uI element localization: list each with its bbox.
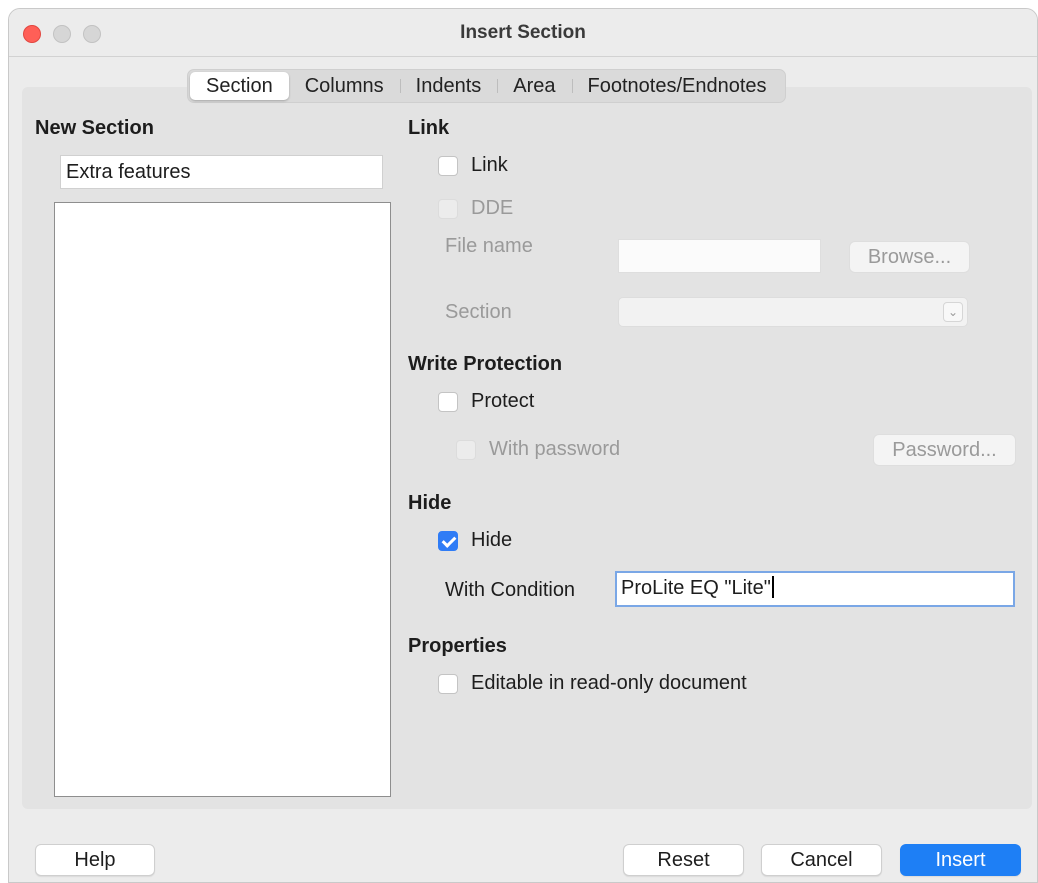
help-button[interactable]: Help [35,844,155,876]
section-dropdown[interactable]: ⌄ [618,297,968,327]
with-password-checkbox[interactable] [456,440,476,460]
tab-footnotes-endnotes[interactable]: Footnotes/Endnotes [571,72,783,100]
condition-input-value: ProLite EQ "Lite" [621,577,771,599]
section-label: Section [445,301,512,323]
tab-section[interactable]: Section [190,72,289,100]
condition-input[interactable]: ProLite EQ "Lite" [615,571,1015,607]
write-protection-heading: Write Protection [408,353,563,375]
tab-bar: Section Columns Indents Area Footnotes/E… [187,69,786,103]
link-heading: Link [408,117,450,139]
insert-button[interactable]: Insert [900,844,1021,876]
protect-checkbox-label: Protect [471,390,535,412]
properties-heading: Properties [408,635,507,657]
section-list[interactable] [54,202,391,797]
hide-heading: Hide [408,492,452,514]
tab-indents[interactable]: Indents [399,72,498,100]
insert-section-dialog: Insert Section Section Columns Indents A… [8,8,1038,883]
hide-checkbox-label: Hide [471,529,513,551]
title-bar: Insert Section [9,9,1037,57]
file-name-label: File name [445,235,533,257]
password-button[interactable]: Password... [873,434,1016,466]
dde-checkbox[interactable] [438,199,458,219]
text-caret [771,576,774,598]
tab-columns[interactable]: Columns [289,72,400,100]
hide-checkbox[interactable] [438,531,458,551]
chevron-down-icon: ⌄ [943,302,963,322]
dde-checkbox-label: DDE [471,197,514,219]
editable-readonly-checkbox[interactable] [438,674,458,694]
cancel-button[interactable]: Cancel [761,844,882,876]
browse-button[interactable]: Browse... [849,241,970,273]
reset-button[interactable]: Reset [623,844,744,876]
new-section-heading: New Section [35,117,154,139]
link-checkbox[interactable] [438,156,458,176]
file-name-input[interactable] [618,239,821,273]
section-name-input[interactable]: Extra features [60,155,383,189]
protect-checkbox[interactable] [438,392,458,412]
editable-readonly-label: Editable in read-only document [471,672,747,694]
with-condition-label: With Condition [445,579,576,601]
dialog-title: Insert Section [460,22,586,43]
link-checkbox-label: Link [471,154,508,176]
with-password-label: With password [489,438,621,460]
tab-area[interactable]: Area [497,72,571,100]
